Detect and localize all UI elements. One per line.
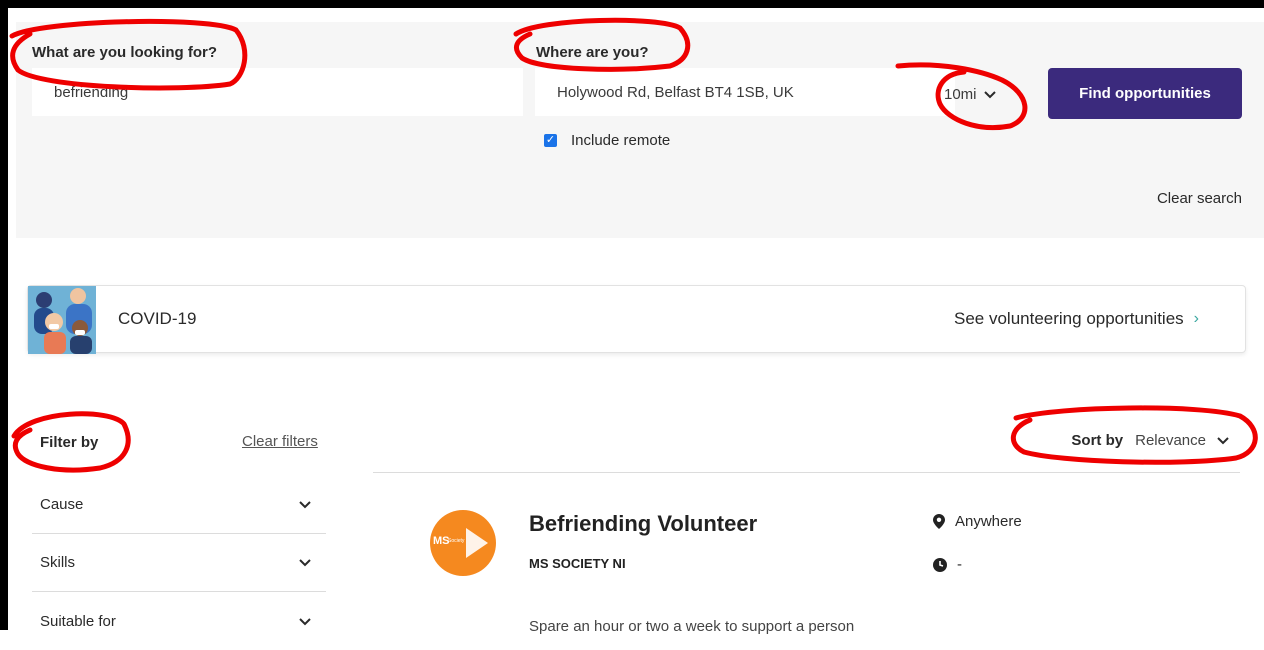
sort-control[interactable]: Sort by Relevance [1071, 432, 1230, 449]
include-remote-label: Include remote [571, 132, 671, 149]
results-divider [373, 472, 1240, 473]
covid-illustration [28, 286, 96, 354]
radius-value: 10mi [944, 85, 977, 103]
chevron-down-icon [299, 617, 311, 625]
search-panel: What are you looking for? befriending Wh… [16, 22, 1264, 238]
time-text: - [957, 556, 962, 573]
location-text: Anywhere [955, 513, 1022, 530]
covid-banner[interactable]: COVID-19 See volunteering opportunities … [27, 285, 1246, 354]
chevron-down-icon [983, 90, 996, 98]
keyword-input[interactable]: befriending [32, 68, 523, 116]
map-pin-icon [933, 514, 945, 529]
what-label: What are you looking for? [32, 44, 218, 61]
include-remote-row[interactable]: ✓ Include remote [544, 132, 670, 149]
filter-cause-label: Cause [40, 496, 84, 513]
filter-skills-label: Skills [40, 554, 76, 571]
chevron-down-icon [299, 559, 311, 567]
organisation-name: MS SOCIETY NI [529, 556, 626, 571]
filter-by-title: Filter by [40, 434, 99, 451]
opportunity-description: Spare an hour or two a week to support a… [529, 618, 855, 635]
location-info: Anywhere [933, 513, 1022, 530]
sort-select[interactable]: Relevance [1135, 432, 1230, 449]
time-info: - [933, 556, 962, 573]
play-icon [466, 528, 488, 558]
clear-search-link[interactable]: Clear search [1157, 190, 1242, 207]
chevron-down-icon [1217, 437, 1229, 445]
clear-filters-link[interactable]: Clear filters [242, 433, 318, 450]
chevron-down-icon [299, 501, 311, 509]
filter-cause[interactable]: Cause [32, 476, 326, 534]
opportunity-title[interactable]: Befriending Volunteer [529, 511, 757, 537]
sort-value: Relevance [1135, 432, 1206, 449]
filter-suitable-for[interactable]: Suitable for [32, 592, 326, 650]
sort-by-label: Sort by [1071, 432, 1124, 449]
filter-skills[interactable]: Skills [32, 534, 326, 592]
radius-select[interactable]: 10mi [944, 80, 997, 108]
find-opportunities-button[interactable]: Find opportunities [1048, 68, 1242, 119]
see-opportunities-label: See volunteering opportunities [954, 309, 1184, 328]
chevron-right-icon: › [1193, 310, 1199, 327]
where-label: Where are you? [536, 44, 649, 61]
include-remote-checkbox[interactable]: ✓ [544, 134, 557, 147]
screenshot-border-left [0, 0, 8, 630]
org-logo[interactable]: MS Society [430, 510, 496, 576]
covid-title: COVID-19 [118, 309, 197, 328]
clock-icon [933, 557, 947, 572]
location-input[interactable]: Holywood Rd, Belfast BT4 1SB, UK [535, 68, 955, 116]
filter-suitable-label: Suitable for [40, 612, 116, 630]
see-opportunities-link[interactable]: See volunteering opportunities › [954, 309, 1199, 329]
screenshot-border-top [0, 0, 1264, 8]
